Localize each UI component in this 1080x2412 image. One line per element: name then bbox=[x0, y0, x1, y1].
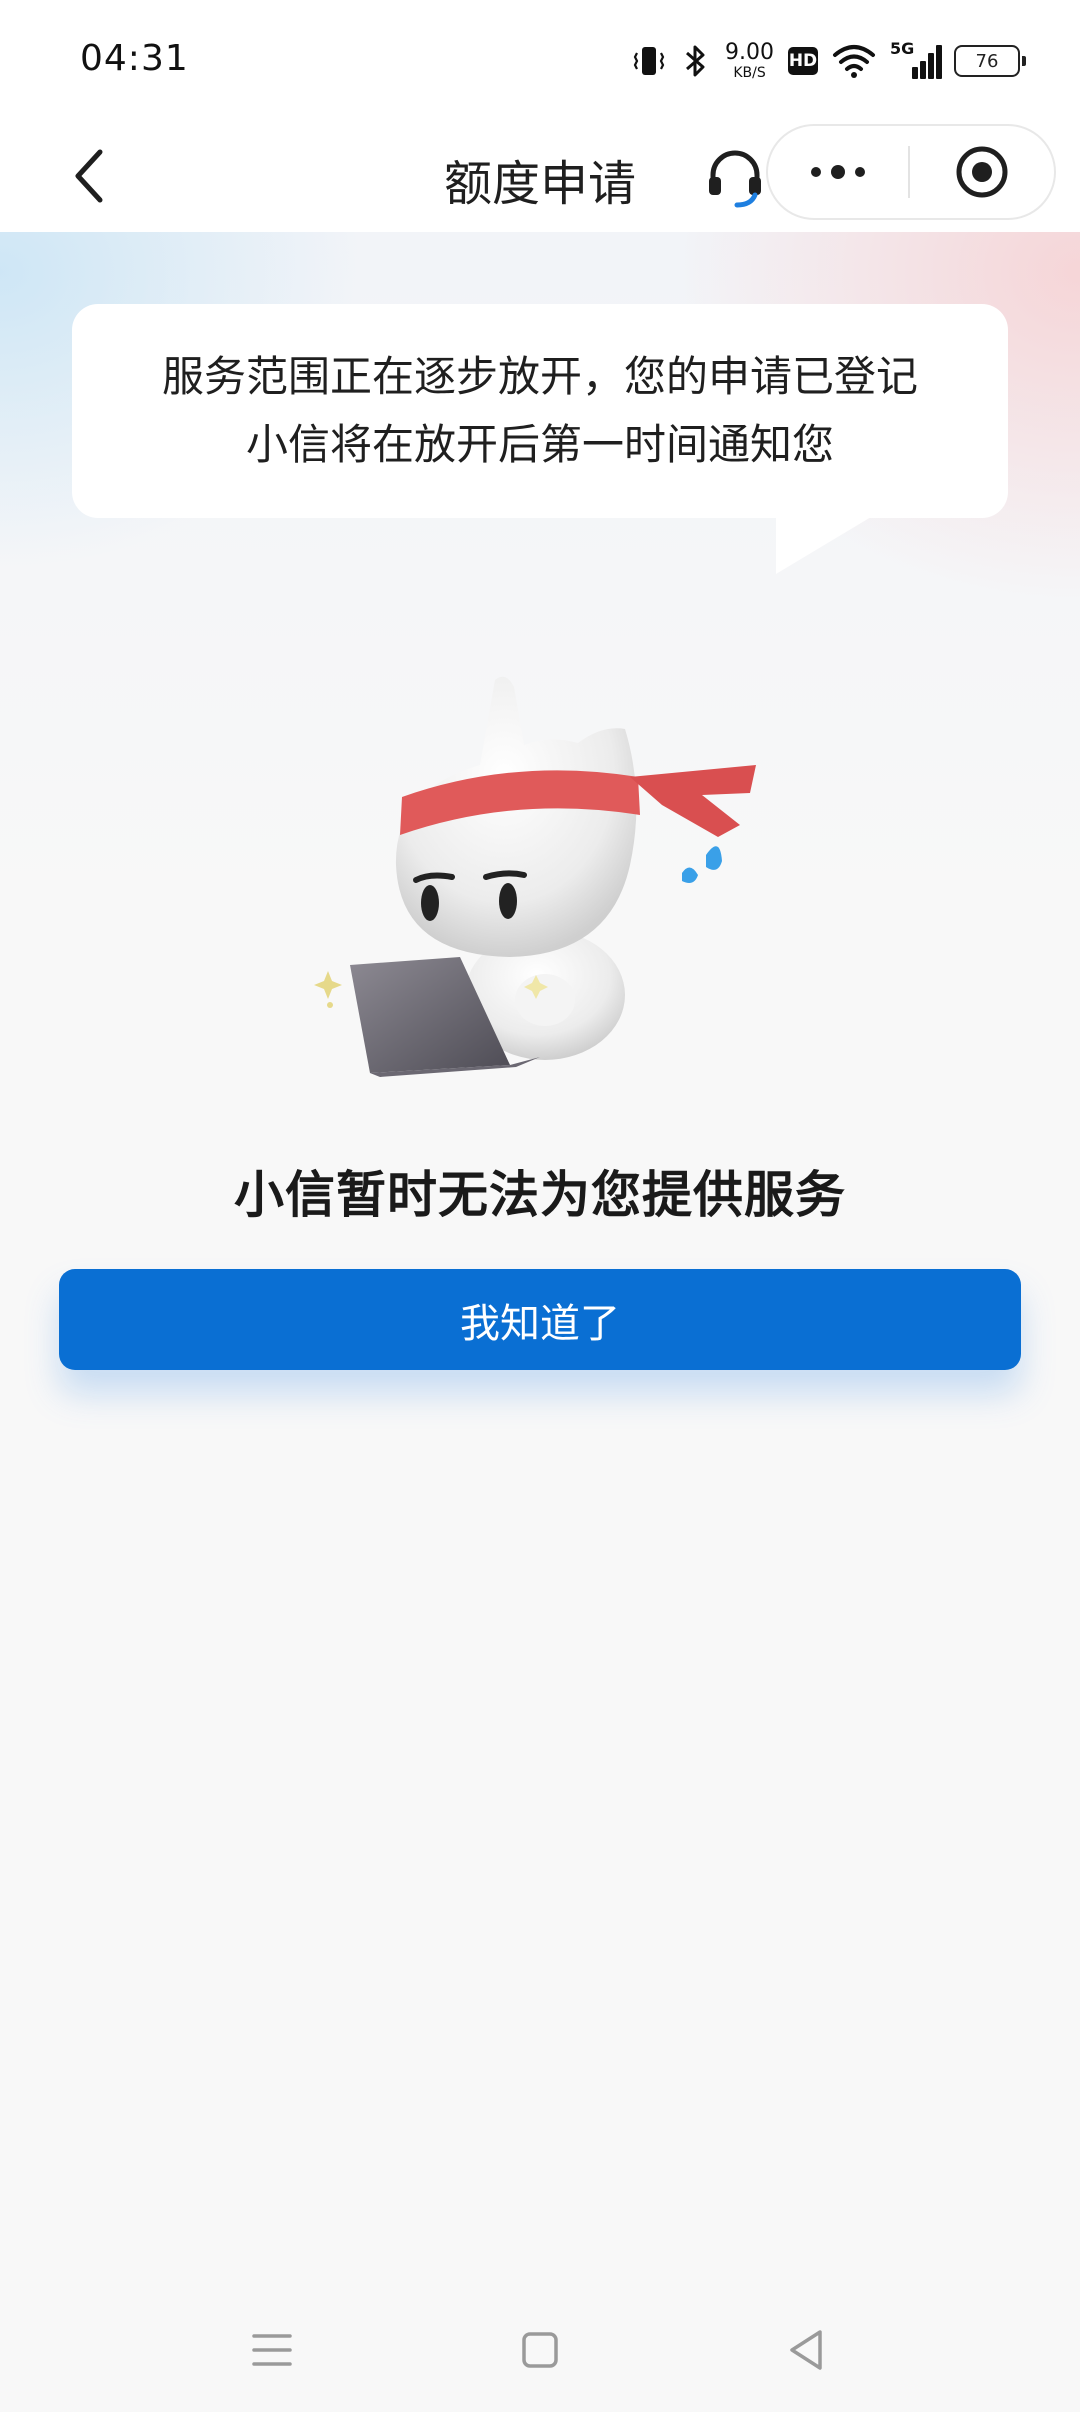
bubble-line-1: 服务范围正在逐步放开，您的申请已登记 bbox=[161, 352, 918, 401]
more-dots-icon bbox=[811, 165, 865, 179]
customer-service-button[interactable] bbox=[700, 142, 770, 212]
headset-icon bbox=[709, 150, 761, 208]
wifi-icon bbox=[833, 45, 875, 78]
bubble-tail bbox=[776, 514, 876, 574]
more-button[interactable] bbox=[768, 126, 908, 218]
network-speed: 9.00 KB/S bbox=[725, 40, 774, 81]
result-title: 小信暂时无法为您提供服务 bbox=[234, 1166, 846, 1224]
mascot-illustration bbox=[314, 676, 756, 1077]
network-speed-unit: KB/S bbox=[733, 65, 766, 81]
bubble-line-2: 小信将在放开后第一时间通知您 bbox=[245, 420, 834, 469]
status-time: 04:31 bbox=[80, 38, 189, 79]
battery-level: 76 bbox=[975, 50, 999, 72]
hd-badge: HD bbox=[788, 47, 818, 75]
target-close-icon bbox=[956, 146, 1008, 198]
network-type-label: 5G bbox=[890, 39, 915, 58]
bluetooth-icon bbox=[686, 45, 705, 77]
triangle-back-icon bbox=[790, 2330, 822, 2370]
system-nav-bar bbox=[0, 2290, 1080, 2400]
square-home-icon bbox=[522, 2332, 558, 2368]
battery-icon: 76 bbox=[954, 45, 1026, 77]
recents-button[interactable] bbox=[242, 2320, 302, 2380]
cellular-signal-icon: 5G bbox=[890, 39, 942, 79]
network-speed-value: 9.00 bbox=[725, 40, 774, 65]
acknowledge-button[interactable]: 我知道了 bbox=[59, 1269, 1021, 1370]
close-miniapp-button[interactable] bbox=[910, 126, 1054, 218]
vibrate-icon bbox=[633, 47, 665, 75]
home-button[interactable] bbox=[510, 2320, 570, 2380]
speech-bubble: 服务范围正在逐步放开，您的申请已登记 小信将在放开后第一时间通知您 bbox=[72, 304, 1008, 518]
status-bar: 04:31 9.00 KB/S HD 5G 76 bbox=[0, 0, 1080, 120]
miniapp-capsule bbox=[766, 124, 1056, 220]
system-back-button[interactable] bbox=[776, 2320, 836, 2380]
menu-lines-icon bbox=[252, 2334, 292, 2366]
nav-bar: 额度申请 bbox=[0, 120, 1080, 232]
status-icons: 9.00 KB/S HD 5G 76 bbox=[631, 36, 1026, 86]
page: 04:31 9.00 KB/S HD 5G 76 额度申请 服务范围正在逐步放开… bbox=[0, 0, 1080, 2412]
